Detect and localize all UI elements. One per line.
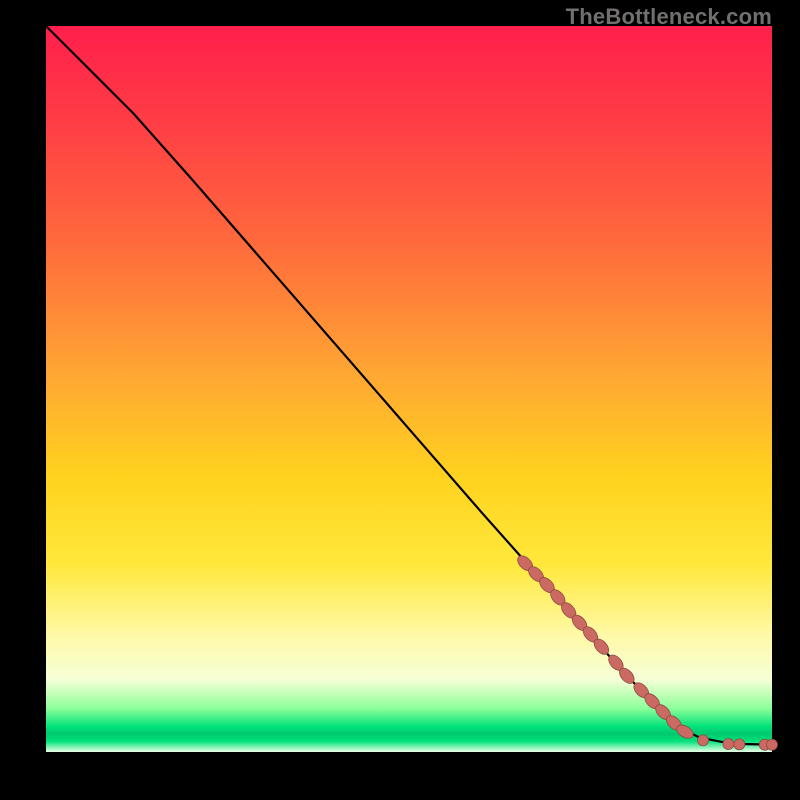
curve-marker: [696, 734, 710, 748]
curve-marker: [722, 738, 734, 750]
watermark-text: TheBottleneck.com: [566, 4, 772, 30]
curve-line: [46, 26, 772, 745]
curve-markers: [515, 553, 778, 750]
curve-marker: [767, 739, 778, 750]
chart-frame: TheBottleneck.com: [0, 0, 800, 800]
chart-svg: [46, 26, 772, 752]
curve-marker: [734, 739, 745, 750]
